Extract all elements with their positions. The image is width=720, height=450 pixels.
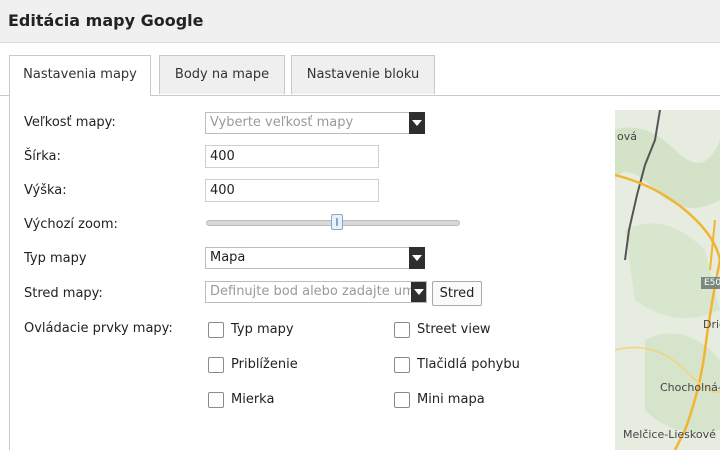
- map-road-badge: E50: [701, 277, 720, 289]
- window-title: Editácia mapy Google: [8, 11, 204, 30]
- map-type-value: Mapa: [210, 250, 246, 265]
- height-input[interactable]: 400: [205, 179, 379, 202]
- zoom-label: Výchozí zoom:: [24, 217, 118, 232]
- map-center-label: Stred mapy:: [24, 286, 103, 301]
- map-center-input[interactable]: Definujte bod alebo zadajte umi: [205, 281, 427, 303]
- map-controls-label: Ovládacie prvky mapy:: [24, 321, 173, 336]
- tab-nastavenie-bloku[interactable]: Nastavenie bloku: [291, 55, 435, 94]
- map-preview[interactable]: ová E50 Drie Chocholná- Melčice-Lieskové: [615, 110, 720, 450]
- checkbox-priblizenie[interactable]: [208, 357, 224, 373]
- chevron-down-icon: [411, 282, 426, 302]
- checkbox-label-mierka: Mierka: [231, 392, 275, 407]
- tab-bar: Nastavenia mapy Body na mape Nastavenie …: [0, 55, 720, 96]
- checkbox-street-view[interactable]: [394, 322, 410, 338]
- width-input[interactable]: 400: [205, 145, 379, 168]
- tab-nastavenia-mapy[interactable]: Nastavenia mapy: [9, 55, 151, 96]
- checkbox-label-priblizenie: Priblíženie: [231, 357, 298, 372]
- tab-body-na-mape[interactable]: Body na mape: [159, 55, 285, 94]
- checkbox-label-typ-mapy: Typ mapy: [231, 322, 294, 337]
- chevron-down-icon: [409, 247, 425, 269]
- checkbox-mierka[interactable]: [208, 392, 224, 408]
- map-label: Chocholná-: [660, 381, 720, 394]
- map-size-select[interactable]: Vyberte veľkosť mapy: [205, 112, 425, 134]
- title-bar: Editácia mapy Google: [0, 0, 720, 43]
- checkbox-mini-mapa[interactable]: [394, 392, 410, 408]
- map-label: Drie: [703, 318, 720, 331]
- zoom-slider-handle[interactable]: [331, 214, 343, 230]
- checkbox-label-mini-mapa: Mini mapa: [417, 392, 485, 407]
- center-button[interactable]: Stred: [432, 281, 482, 306]
- map-size-placeholder: Vyberte veľkosť mapy: [210, 115, 354, 130]
- map-label: Melčice-Lieskové: [623, 428, 716, 441]
- map-center-placeholder: Definujte bod alebo zadajte umi: [210, 284, 419, 299]
- height-label: Výška:: [24, 183, 67, 198]
- checkbox-label-tlacidla-pohybu: Tlačidlá pohybu: [417, 357, 520, 372]
- map-size-label: Veľkosť mapy:: [24, 115, 116, 130]
- chevron-down-icon: [409, 112, 425, 134]
- map-type-select[interactable]: Mapa: [205, 247, 425, 269]
- checkbox-label-street-view: Street view: [417, 322, 491, 337]
- width-label: Šírka:: [24, 149, 61, 164]
- checkbox-typ-mapy[interactable]: [208, 322, 224, 338]
- map-label: ová: [617, 130, 637, 143]
- map-type-label: Typ mapy: [24, 251, 87, 266]
- checkbox-tlacidla-pohybu[interactable]: [394, 357, 410, 373]
